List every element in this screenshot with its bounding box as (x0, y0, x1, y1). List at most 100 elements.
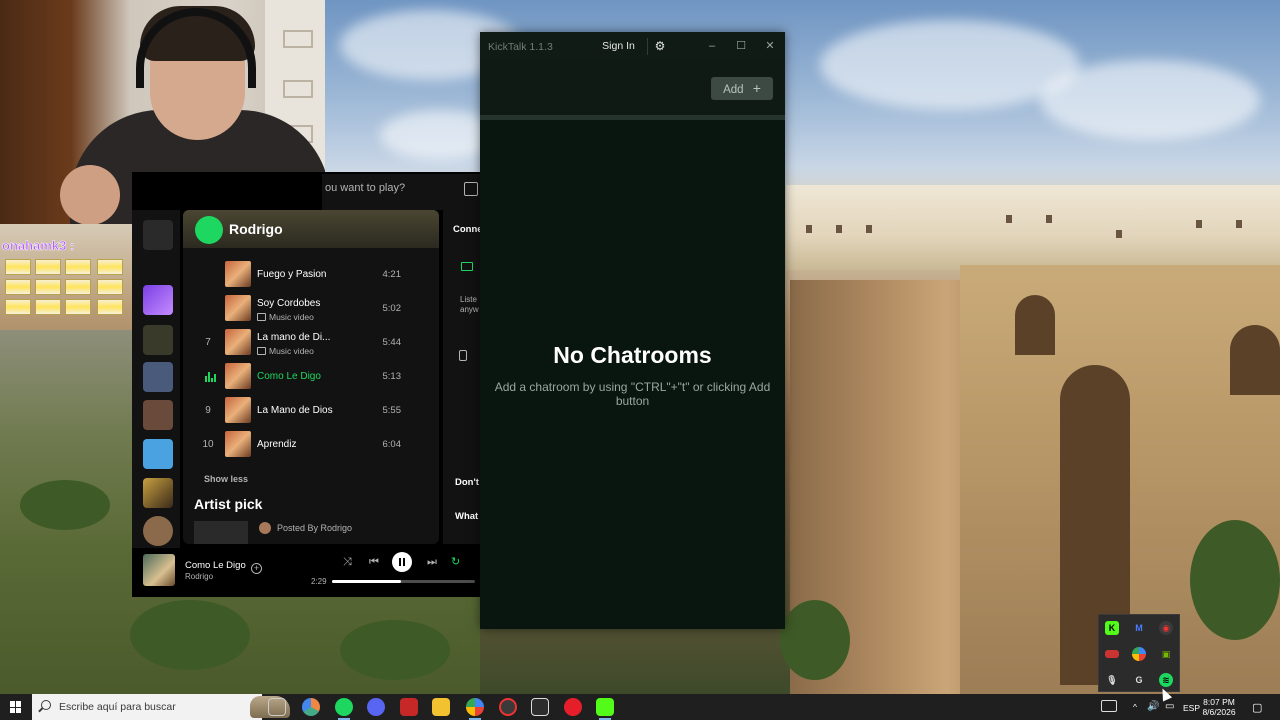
spotify-artist-page: Rodrigo Fuego y Pasion 4:21 Soy Cordobes Mu… (183, 210, 439, 544)
start-button[interactable] (0, 694, 32, 720)
artist-play-button[interactable] (195, 216, 223, 244)
pause-button[interactable] (392, 552, 412, 572)
listen-anywhere-text: Liste anyw (460, 295, 479, 314)
speaker-icon (459, 350, 467, 361)
search-icon (41, 700, 51, 710)
track-row[interactable]: 7 La mano de Di... Music video 5:44 (183, 326, 439, 360)
artist-pick-cover[interactable] (194, 521, 248, 544)
empty-state-title: No Chatrooms (553, 342, 712, 368)
sidebar-playlist-item[interactable] (143, 362, 173, 392)
empty-state-description: Add a chatroom by using "CTRL"+"t" or cl… (494, 380, 771, 408)
file-explorer-icon[interactable] (432, 698, 450, 716)
now-playing-artist[interactable]: Rodrigo (185, 572, 213, 581)
show-less-button[interactable]: Show less (204, 474, 248, 484)
device-icon (461, 262, 473, 271)
track-row[interactable]: 9 La Mano de Dios 5:55 (183, 394, 439, 428)
sidebar-playlist-item[interactable] (143, 439, 173, 469)
track-subtitle-text: Music video (269, 346, 314, 356)
add-chatroom-button[interactable]: Add + (711, 77, 773, 100)
track-title[interactable]: Soy Cordobes (257, 298, 320, 309)
capture-app-icon[interactable] (531, 698, 549, 716)
track-title[interactable]: Como Le Digo (257, 371, 321, 382)
nvidia-tray-icon[interactable]: ▣ (1159, 647, 1173, 661)
shuffle-icon[interactable]: ⤨ (343, 556, 352, 569)
discord-icon[interactable] (367, 698, 385, 716)
track-row[interactable]: Soy Cordobes Music video 5:02 (183, 292, 439, 326)
track-title[interactable]: La Mano de Dios (257, 405, 333, 416)
track-cover (225, 261, 251, 287)
task-view-icon[interactable] (268, 698, 286, 716)
playback-progress-bar[interactable] (332, 580, 475, 583)
track-title[interactable]: Aprendiz (257, 439, 296, 450)
chrome-icon[interactable] (466, 698, 484, 720)
volume-icon[interactable]: 🔊 (1147, 701, 1159, 712)
spotify-tray-icon[interactable]: ≋ (1159, 673, 1173, 687)
kicktalk-taskbar-icon[interactable] (596, 698, 614, 720)
now-playing-cover[interactable] (143, 554, 175, 586)
spotify-search-placeholder[interactable]: ou want to play? (325, 182, 405, 194)
track-subtitle: Music video (257, 346, 314, 356)
posted-by-text: Posted By Rodrigo (277, 523, 353, 533)
opera-icon[interactable] (564, 698, 582, 716)
taskbar-clock[interactable]: 8:07 PM 8/6/2026 (1196, 697, 1242, 717)
track-cover (225, 397, 251, 423)
microphone-tray-icon[interactable]: 🎙 (1105, 673, 1119, 687)
keyboard-icon[interactable] (1101, 700, 1117, 712)
close-icon[interactable]: ✕ (758, 36, 782, 57)
taskbar-search-box[interactable]: Escribe aquí para buscar (32, 694, 290, 720)
tray-overflow-popup: K M ◉ ▣ 🎙 G ≋ (1098, 614, 1180, 692)
app-tray-icon[interactable]: ◉ (1159, 621, 1173, 635)
malwarebytes-tray-icon[interactable]: M (1132, 621, 1146, 635)
clock-date: 8/6/2026 (1202, 707, 1236, 717)
notifications-icon[interactable]: ▢ (1252, 701, 1262, 714)
recorder-tray-icon[interactable] (1105, 650, 1119, 658)
add-chatroom-label: Add (723, 84, 744, 96)
track-duration: 5:13 (382, 371, 402, 382)
artist-name: Rodrigo (229, 221, 283, 237)
previous-icon[interactable]: ⏮ (369, 556, 379, 569)
browse-icon[interactable] (464, 182, 478, 196)
sign-in-button[interactable]: Sign In (591, 36, 646, 57)
titlebar-divider (647, 38, 648, 55)
kicktalk-tray-icon[interactable]: K (1105, 621, 1119, 635)
track-number: 7 (205, 337, 211, 348)
obs-icon[interactable] (499, 698, 517, 716)
next-icon[interactable]: ⏭ (427, 556, 437, 569)
sidebar-playlist-liked[interactable] (143, 285, 173, 315)
now-playing-equalizer-icon (205, 372, 216, 382)
voicemeeter-icon[interactable] (400, 698, 418, 716)
clock-time: 8:07 PM (1203, 697, 1235, 707)
spotify-taskbar-icon[interactable] (335, 698, 353, 720)
add-to-library-icon[interactable]: + (251, 563, 262, 574)
steelseries-tray-icon[interactable]: G (1132, 673, 1146, 687)
copilot-icon[interactable] (302, 698, 320, 716)
maximize-icon[interactable]: ☐ (729, 36, 753, 57)
track-title[interactable]: La mano de Di... (257, 332, 330, 343)
kicktalk-window: KickTalk 1.1.3 Sign In ⚙ – ☐ ✕ Add + No … (480, 32, 785, 629)
sidebar-playlist-item[interactable] (143, 400, 173, 430)
track-row[interactable]: Como Le Digo 5:13 (183, 360, 439, 394)
tray-chevron-icon[interactable]: ^ (1133, 702, 1137, 712)
track-row[interactable]: Fuego y Pasion 4:21 (183, 258, 439, 292)
repeat-icon[interactable]: ↻ (451, 555, 460, 568)
sidebar-artist-item[interactable] (143, 516, 173, 546)
sidebar-playlist-item[interactable] (143, 325, 173, 355)
now-playing-title[interactable]: Como Le Digo (185, 560, 246, 571)
minimize-icon[interactable]: – (700, 36, 724, 57)
playback-progress-fill (332, 580, 401, 583)
network-icon[interactable]: ▭ (1165, 701, 1174, 712)
track-row[interactable]: 10 Aprendiz 6:04 (183, 428, 439, 462)
kicktalk-titlebar: KickTalk 1.1.3 Sign In ⚙ – ☐ ✕ (480, 32, 785, 61)
overlay-username: onahamk3 : (2, 238, 75, 254)
track-duration: 4:21 (382, 269, 402, 280)
library-icon[interactable] (143, 220, 173, 250)
kicktalk-app-title: KickTalk 1.1.3 (488, 41, 553, 53)
track-title[interactable]: Fuego y Pasion (257, 269, 327, 280)
connect-label: Conne (453, 224, 483, 235)
track-subtitle: Music video (257, 312, 314, 322)
sidebar-playlist-item[interactable] (143, 478, 173, 508)
artist-header: Rodrigo (183, 210, 439, 248)
chrome-tray-icon[interactable] (1132, 647, 1146, 661)
track-cover (225, 363, 251, 389)
gear-icon[interactable]: ⚙ (652, 38, 668, 54)
